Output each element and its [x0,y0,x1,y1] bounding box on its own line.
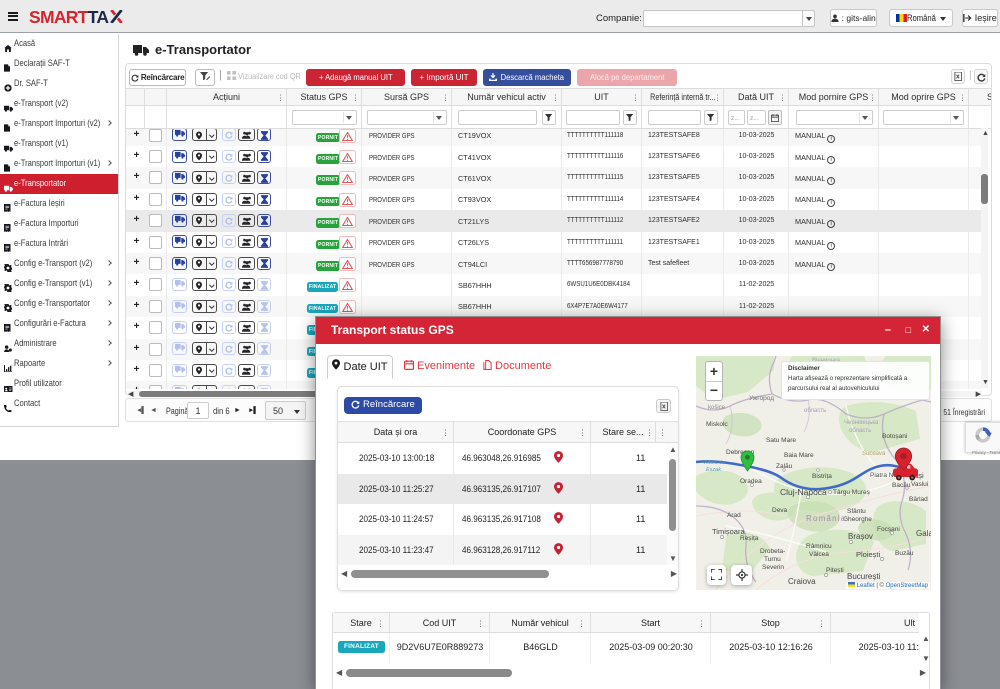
svg-text:Ploiești: Ploiești [856,550,881,559]
svg-text:Timișoara: Timișoara [712,527,745,536]
svg-text:Bârlad: Bârlad [909,496,928,503]
svg-text:Alföld és: Alföld és [703,460,725,466]
svg-text:România: România [806,514,846,523]
svg-text:București: București [847,572,881,581]
svg-text:Turnu: Turnu [764,556,781,563]
svg-text:Botoșani: Botoșani [882,433,907,440]
svg-text:Focșani: Focșani [877,526,900,533]
svg-text:Reșița: Reșița [740,535,759,542]
svg-text:Satu Mare: Satu Mare [766,437,796,444]
svg-text:Miskolc: Miskolc [706,421,728,428]
svg-text:область: область [849,428,871,434]
svg-text:Buzău: Buzău [895,550,914,557]
svg-text:Drobeta-: Drobeta- [760,548,785,555]
svg-text:Bistrița: Bistrița [812,473,832,480]
svg-text:Pitești: Pitești [826,567,844,574]
svg-text:Severin: Severin [762,564,784,571]
svg-text:Craiova: Craiova [788,577,816,586]
svg-text:область: область [804,408,826,414]
svg-text:Ужгород: Ужгород [749,395,774,402]
svg-text:Sfântu: Sfântu [847,508,866,515]
svg-text:Vâlcea: Vâlcea [809,551,829,558]
svg-text:Deva: Deva [772,507,788,514]
svg-text:Târgu Mureș: Târgu Mureș [833,489,871,496]
svg-text:Galați: Galați [916,529,931,538]
svg-text:Brașov: Brașov [848,532,873,541]
svg-text:Чернівецька: Чернівецька [844,420,879,426]
svg-text:Arad: Arad [727,512,741,519]
svg-text:Râmnicu: Râmnicu [806,543,832,550]
svg-text:Baia Mare: Baia Mare [784,452,814,459]
svg-text:Vaslui: Vaslui [911,481,928,488]
svg-text:Eszak: Eszak [706,467,721,473]
svg-text:Suceava: Suceava [862,451,886,457]
svg-text:košice: košice [708,405,726,411]
svg-text:Cluj-Napoca: Cluj-Napoca [780,487,827,497]
svg-text:Gheorghe: Gheorghe [843,516,872,523]
